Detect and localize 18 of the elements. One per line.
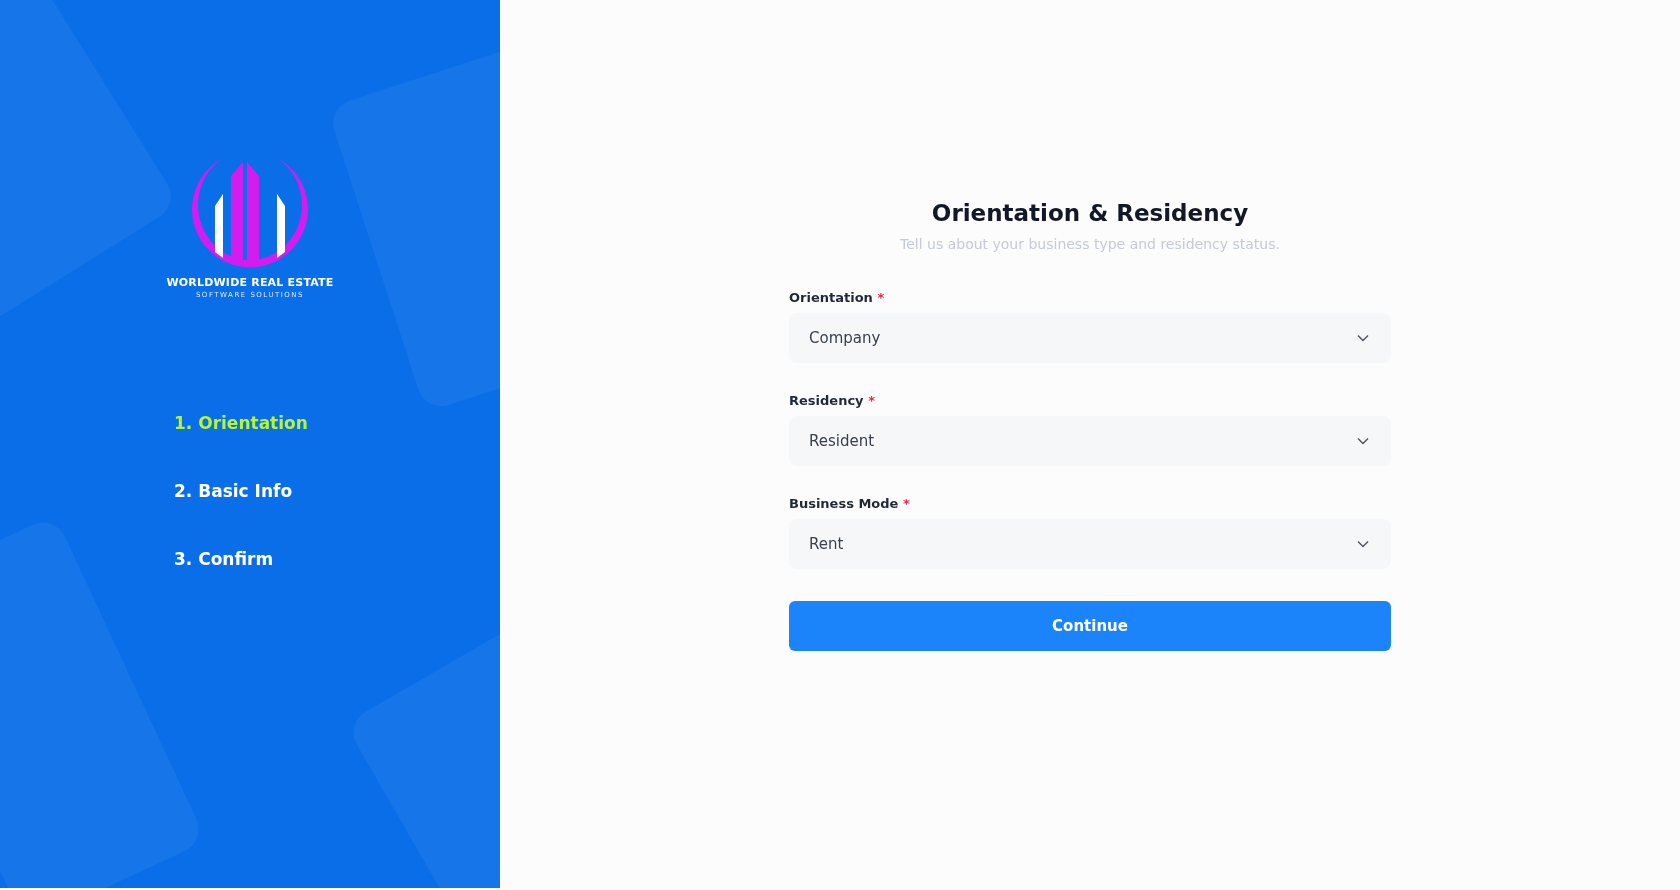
select-field[interactable]: Company	[789, 313, 1391, 363]
field-label: Business Mode	[789, 496, 899, 511]
field-label: Residency	[789, 393, 864, 408]
form-title: Orientation & Residency	[930, 199, 1250, 228]
required-mark: *	[877, 290, 885, 305]
field-label: Orientation	[789, 290, 873, 305]
continue-button[interactable]: Continue	[789, 601, 1391, 651]
step-link[interactable]: 3. Confirm	[174, 547, 274, 571]
select-field[interactable]: Rent	[789, 519, 1391, 569]
required-mark: *	[902, 496, 910, 511]
chevron-down-icon	[1357, 540, 1369, 548]
chevron-down-icon	[1357, 437, 1369, 445]
chevron-down-icon	[1357, 334, 1369, 342]
step-link[interactable]: 2. Basic Info	[174, 479, 293, 503]
brand-name: WORLDWIDE REAL ESTATE	[166, 276, 334, 289]
select-field[interactable]: Resident	[789, 416, 1391, 466]
required-mark: *	[868, 393, 875, 408]
step-link[interactable]: 1. Orientation	[174, 411, 308, 435]
